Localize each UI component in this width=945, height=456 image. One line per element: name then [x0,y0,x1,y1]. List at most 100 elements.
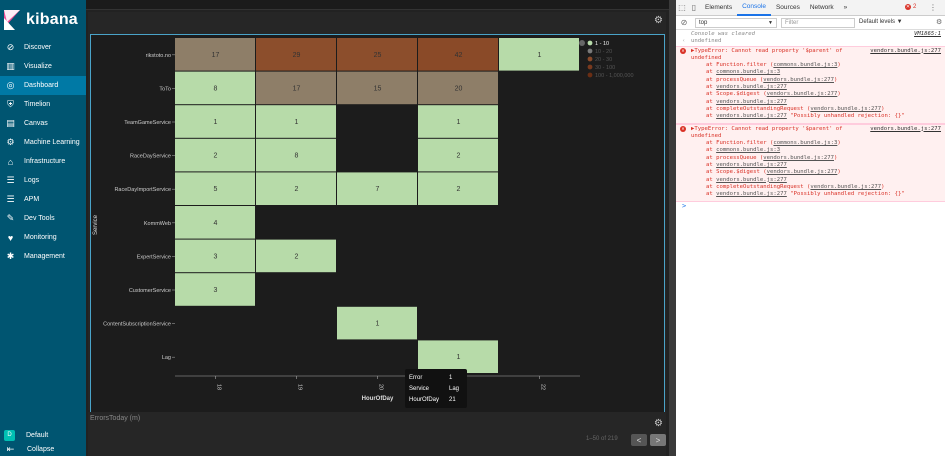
kibana-sidebar: kibana ⊘ Discover ▥ Visualize ◎ Dashboard ⛨ Tim… [0,0,86,456]
sidebar-item-label: Dev Tools [24,215,55,222]
legend-item[interactable]: 10 - 20 [595,49,612,55]
errors-today-panel: ErrorsToday (m) ⚙ 1–50 of 219 < > [88,412,666,456]
legend-swatch [587,40,593,46]
sidebar-item-canvas[interactable]: ▤ Canvas [0,114,86,133]
sidebar-item-label: Logs [24,177,40,184]
devtools-pane: ⬚ ▯ Elements Console Sources Network» ✕ 2 ⋮… [676,0,945,456]
y-tick-label: ExpertService [137,254,171,260]
stack-source-link[interactable]: vendors.bundle.js:277 [767,91,838,97]
heatmap-cell-label: 3 [214,287,218,294]
stack-frame: at Function.filter (commons.bundle.js:3) [706,62,841,69]
legend-item[interactable]: 20 - 30 [595,57,612,63]
inspect-element-icon[interactable]: ⬚ [676,3,688,12]
heatmap-cell-label: 2 [295,253,299,260]
stack-source-link[interactable]: vendors.bundle.js:277 [716,177,787,183]
stack-source-link[interactable]: commons.bundle.js:3 [773,62,837,68]
context-select[interactable]: top ▼ [695,18,777,28]
legend-swatch [587,48,593,54]
stack-source-link[interactable]: vendors.bundle.js:277 [716,191,787,197]
sidebar-item-dashboard[interactable]: ◎ Dashboard [0,76,86,95]
sidebar-item-dev-tools[interactable]: ✎ Dev Tools [0,209,86,228]
legend-item[interactable]: 100 - 1,000,000 [595,73,634,79]
heart-icon: ♥ [7,232,14,243]
stack-frame: at completeOutstandingRequest (vendors.b… [706,105,885,112]
source-link[interactable]: vendors.bundle.js:277 [870,48,941,55]
source-link[interactable]: VM1865:1 [914,31,941,38]
compass-icon: ⊘ [6,42,15,52]
stack-source-link[interactable]: vendors.bundle.js:277 [767,169,838,175]
sidebar-nav: ⊘ Discover ▥ Visualize ◎ Dashboard ⛨ Timelion ▤ C… [0,38,86,266]
canvas-icon: ▤ [6,118,15,128]
kibana-logo-icon [4,10,20,30]
legend-toggle-icon[interactable] [579,40,585,46]
brand[interactable]: kibana [4,8,78,32]
console-prompt[interactable]: > [676,202,945,210]
sidebar-item-apm[interactable]: ☰ APM [0,190,86,209]
heatmap-svg: 17 29 25 42 18 17 15 201 1 12 8 25 2 7 243 2311rikstoto… [93,38,634,402]
console-error-entry[interactable]: ✕ ▶TypeError: Cannot read property '$pare… [676,123,945,202]
space-selector[interactable]: D Default [0,427,86,443]
devtools-menu-icon[interactable]: ⋮ [929,3,937,12]
stack-source-link[interactable]: vendors.bundle.js:277 [716,113,787,119]
heatmap-cell-label: 2 [457,186,461,193]
stack-source-link[interactable]: vendors.bundle.js:277 [716,84,787,90]
panel-options-gear-icon[interactable]: ⚙ [654,15,663,26]
devtools-tab-console[interactable]: Console [737,0,771,16]
ml-icon: ⚙ [6,137,15,147]
clear-console-icon[interactable]: ⊘ [678,18,690,27]
console-filter-input[interactable]: Filter [781,18,855,28]
collapse-button[interactable]: ⇤ Collapse [0,443,86,455]
stack-source-link[interactable]: commons.bundle.js:3 [716,69,780,75]
heatmap-cell-label: 8 [214,85,218,92]
console-settings-gear-icon[interactable]: ⚙ [936,18,942,26]
stack-frame: at vendors.bundle.js:277 "Possibly unhan… [706,113,905,120]
console-error-entry[interactable]: ✕ ▶TypeError: Cannot read property '$pare… [676,45,945,124]
legend-item[interactable]: 30 - 100 [595,65,615,71]
devtools-resize-handle[interactable] [669,0,676,456]
bar-chart-icon: ▥ [6,61,15,71]
legend-swatch [587,72,593,78]
stack-frame: at Scope.$digest (vendors.bundle.js:277) [706,91,841,98]
stack-source-link[interactable]: vendors.bundle.js:277 [716,99,787,105]
legend-item[interactable]: 1 - 10 [595,41,609,47]
devtools-tab-network[interactable]: Network [805,0,839,16]
pagination-text: 1–50 of 219 [586,436,618,442]
sidebar-item-label: APM [24,196,40,203]
heatmap-cell-label: 42 [455,52,463,59]
stack-source-link[interactable]: vendors.bundle.js:277 [716,162,787,168]
stack-frame: at commons.bundle.js:3 [706,147,781,154]
heatmap-cell-label: 1 [214,119,218,126]
stack-source-link[interactable]: vendors.bundle.js:277 [763,77,834,83]
devtools-tab-elements[interactable]: Elements [700,0,737,16]
stack-frame: at Function.filter (commons.bundle.js:3) [706,140,841,147]
error-counter[interactable]: ✕ 2 [905,4,916,10]
stack-source-link[interactable]: vendors.bundle.js:277 [763,155,834,161]
sidebar-item-monitoring[interactable]: ♥ Monitoring [0,228,86,247]
stack-source-link[interactable]: commons.bundle.js:3 [716,147,780,153]
sidebar-item-timelion[interactable]: ⛨ Timelion [0,95,86,114]
devtools-tab-more[interactable]: » [839,0,853,16]
sidebar-item-label: Dashboard [24,82,59,89]
sidebar-item-visualize[interactable]: ▥ Visualize [0,57,86,76]
stack-source-link[interactable]: vendors.bundle.js:277 [810,106,881,112]
sidebar-item-discover[interactable]: ⊘ Discover [0,38,86,57]
x-tick-label: 19 [297,384,303,390]
next-page-button[interactable]: > [650,434,666,446]
sidebar-item-management[interactable]: ✱ Management [0,247,86,266]
logs-icon: ☰ [6,175,15,185]
tooltip-row: Service Lag [409,385,460,392]
sidebar-item-infrastructure[interactable]: ⌂ Infrastructure [0,152,86,171]
devtools-tab-sources[interactable]: Sources [771,0,805,16]
source-link[interactable]: vendors.bundle.js:277 [870,126,941,133]
device-toolbar-icon[interactable]: ▯ [688,3,700,12]
shield-icon: ⛨ [7,99,14,109]
prev-page-button[interactable]: < [631,434,647,446]
sidebar-item-logs[interactable]: ☰ Logs [0,171,86,190]
heatmap-cell-label: 17 [293,85,301,92]
sidebar-item-machine-learning[interactable]: ⚙ Machine Learning [0,133,86,152]
stack-source-link[interactable]: vendors.bundle.js:277 [810,184,881,190]
legend-swatch [587,56,593,62]
panel2-options-gear-icon[interactable]: ⚙ [654,418,663,429]
log-levels-select[interactable]: Default levels ▼ [859,19,903,25]
stack-source-link[interactable]: commons.bundle.js:3 [773,140,837,146]
